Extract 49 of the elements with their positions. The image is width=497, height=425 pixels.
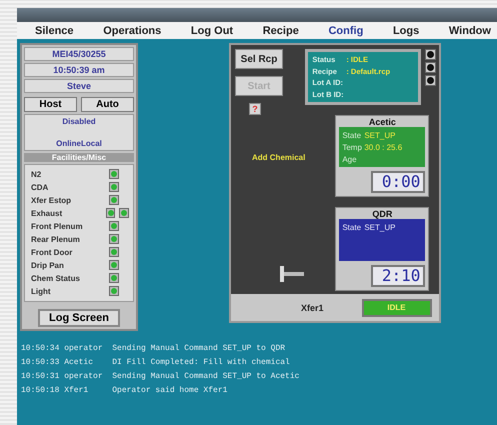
robot-label: Xfer1 bbox=[301, 302, 324, 312]
field-value: SET_UP bbox=[364, 130, 396, 140]
menu-item[interactable]: Config bbox=[324, 24, 368, 36]
facility-label: Light bbox=[31, 286, 52, 296]
facility-label: Front Door bbox=[31, 248, 74, 257]
user-name: Steve bbox=[24, 79, 134, 93]
menu-item[interactable]: Operations bbox=[99, 24, 166, 36]
round-button[interactable] bbox=[425, 75, 436, 86]
timer-display: 0:00 bbox=[371, 171, 426, 193]
status-text: Disabled bbox=[61, 117, 97, 126]
log-screen-button[interactable]: Log Screen bbox=[38, 308, 120, 327]
log-entry: 10:50:18 Xfer1 Operator said home Xfer1 bbox=[21, 385, 228, 397]
log-entry: 10:50:34 operator Sending Manual Command SET_UP to QDR bbox=[21, 343, 286, 355]
menu-item[interactable]: Window bbox=[444, 24, 495, 36]
tank-title: QDR bbox=[371, 209, 394, 219]
facility-label: Rear Plenum bbox=[31, 234, 81, 244]
facility-label: Chem Status bbox=[31, 274, 81, 283]
section-header: Facilities/Misc bbox=[24, 152, 134, 162]
field-label: State bbox=[342, 222, 362, 232]
menu-item[interactable]: Recipe bbox=[258, 24, 303, 36]
round-button[interactable] bbox=[425, 49, 436, 60]
mode-button[interactable]: Host bbox=[24, 97, 77, 112]
menu-item[interactable]: Logs bbox=[388, 24, 424, 36]
tank-title: Acetic bbox=[368, 117, 397, 127]
clock-time: 10:50:39 am bbox=[24, 63, 134, 77]
tool-id: MEI45/30255 bbox=[24, 47, 134, 61]
menu-item[interactable]: Log Out bbox=[186, 24, 238, 36]
facility-label: Drip Pan bbox=[31, 260, 65, 270]
facility-label: N2 bbox=[31, 170, 42, 179]
field-value: 30.0 : 25.6 bbox=[364, 142, 402, 152]
round-button[interactable] bbox=[425, 62, 436, 73]
log-entry: 10:50:31 operator Sending Manual Command SET_UP to Acetic bbox=[21, 371, 300, 383]
facility-label: Xfer Estop bbox=[31, 196, 72, 205]
menu-item[interactable]: Silence bbox=[31, 24, 78, 36]
status-text: OnlineLocal bbox=[55, 138, 103, 148]
field-label: State bbox=[342, 130, 362, 140]
field-label: Temp bbox=[342, 142, 363, 152]
facility-label: Exhaust bbox=[31, 208, 64, 218]
field-value: SET_UP bbox=[364, 222, 396, 232]
timer-display: 2:10 bbox=[371, 265, 426, 287]
facility-label: CDA bbox=[31, 182, 50, 192]
mode-button[interactable]: Auto bbox=[81, 97, 134, 112]
facility-label: Front Plenum bbox=[31, 222, 84, 231]
select-recipe-button[interactable]: Sel Rcp bbox=[235, 49, 283, 69]
add-chemical-label: Add Chemical bbox=[252, 153, 306, 162]
log-entry: 10:50:33 Acetic DI Fill Completed: Fill with chemical bbox=[21, 357, 291, 369]
robot-arm-icon bbox=[280, 266, 304, 282]
field-label: Age bbox=[342, 154, 358, 164]
robot-state: IDLE bbox=[362, 298, 432, 316]
